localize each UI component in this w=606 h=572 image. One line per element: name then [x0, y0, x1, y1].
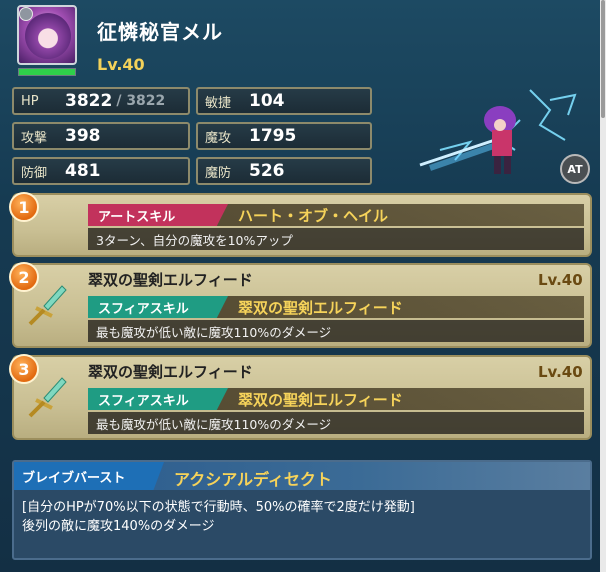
sphia-skill-tag: スフィアスキル: [88, 388, 228, 410]
stat-magic-defense-value: 526: [249, 161, 285, 181]
skill-name-1: ハート・オブ・ヘイル: [238, 206, 389, 225]
stat-agility: 敏捷 104: [196, 87, 372, 115]
unit-detail-panel: 征憐秘官メル Lv.40 HP 3822 / 3822 敏捷 104 攻撃 39…: [0, 0, 600, 572]
brave-burst-header: ブレイブバースト アクシアルディセクト: [14, 462, 590, 490]
sphia-skill-tag: スフィアスキル: [88, 296, 228, 318]
portrait-face: [25, 13, 71, 59]
stat-magic-defense: 魔防 526: [196, 157, 372, 185]
sphia-sword-icon: [28, 285, 67, 326]
brave-burst-panel: ブレイブバースト アクシアルディセクト [自分のHPが70%以下の状態で行動時、…: [12, 460, 592, 560]
skill-title-3: 翠双の聖剣エルフィード: [88, 363, 253, 381]
stat-defense-label: 防御: [21, 165, 48, 181]
stat-hp-label: HP: [21, 93, 39, 109]
brave-burst-description: [自分のHPが70%以下の状態で行動時、50%の確率で2度だけ発動] 後列の敵に…: [22, 498, 415, 536]
auto-target-badge[interactable]: AT: [560, 154, 590, 184]
stat-magic-attack: 魔攻 1795: [196, 122, 372, 150]
unit-name: 征憐秘官メル: [97, 20, 223, 44]
skill-description-3: 最も魔攻が低い敵に魔攻110%のダメージ: [88, 412, 584, 434]
skill-description-2: 最も魔攻が低い敵に魔攻110%のダメージ: [88, 320, 584, 342]
stat-hp: HP 3822 / 3822: [12, 87, 190, 115]
brave-burst-condition: [自分のHPが70%以下の状態で行動時、50%の確率で2度だけ発動]: [22, 500, 415, 515]
portrait-hp-fill: [19, 69, 75, 75]
stat-defense: 防御 481: [12, 157, 190, 185]
skill-tag-bar-3: スフィアスキル 翠双の聖剣エルフィード: [88, 388, 584, 410]
stat-hp-max: / 3822: [116, 93, 166, 109]
skill-title-2: 翠双の聖剣エルフィード: [88, 271, 253, 289]
stat-attack-label: 攻撃: [21, 130, 48, 146]
unit-level: Lv.40: [97, 55, 145, 74]
skill-name-2: 翠双の聖剣エルフィード: [238, 298, 403, 317]
sphia-sword-icon: [28, 377, 67, 418]
stat-agility-label: 敏捷: [205, 95, 232, 111]
skill-number-badge-1: 1: [9, 192, 39, 222]
stat-hp-value: 3822: [65, 91, 113, 111]
brave-burst-effect: 後列の敵に魔攻140%のダメージ: [22, 519, 215, 534]
skill-level-3: Lv.40: [538, 363, 583, 381]
portrait-hp-bar: [18, 68, 76, 76]
stat-magic-defense-label: 魔防: [205, 165, 232, 181]
unit-portrait[interactable]: [17, 5, 77, 65]
element-badge-icon: [19, 7, 33, 21]
skill-tag-bar-1: アートスキル ハート・オブ・ヘイル: [88, 204, 584, 226]
stat-agility-value: 104: [249, 91, 285, 111]
scrollbar[interactable]: [600, 0, 606, 572]
stat-attack: 攻撃 398: [12, 122, 190, 150]
skill-level-2: Lv.40: [538, 271, 583, 289]
skill-description-1: 3ターン、自分の魔攻を10%アップ: [88, 228, 584, 250]
brave-burst-tag: ブレイブバースト: [14, 462, 164, 490]
skill-name-3: 翠双の聖剣エルフィード: [238, 390, 403, 409]
stat-magic-attack-value: 1795: [249, 126, 297, 146]
skill-tag-bar-2: スフィアスキル 翠双の聖剣エルフィード: [88, 296, 584, 318]
stat-defense-value: 481: [65, 161, 101, 181]
scrollbar-thumb[interactable]: [601, 0, 605, 118]
stat-magic-attack-label: 魔攻: [205, 130, 232, 146]
brave-burst-name: アクシアルディセクト: [174, 470, 332, 489]
art-skill-tag: アートスキル: [88, 204, 228, 226]
stat-attack-value: 398: [65, 126, 101, 146]
